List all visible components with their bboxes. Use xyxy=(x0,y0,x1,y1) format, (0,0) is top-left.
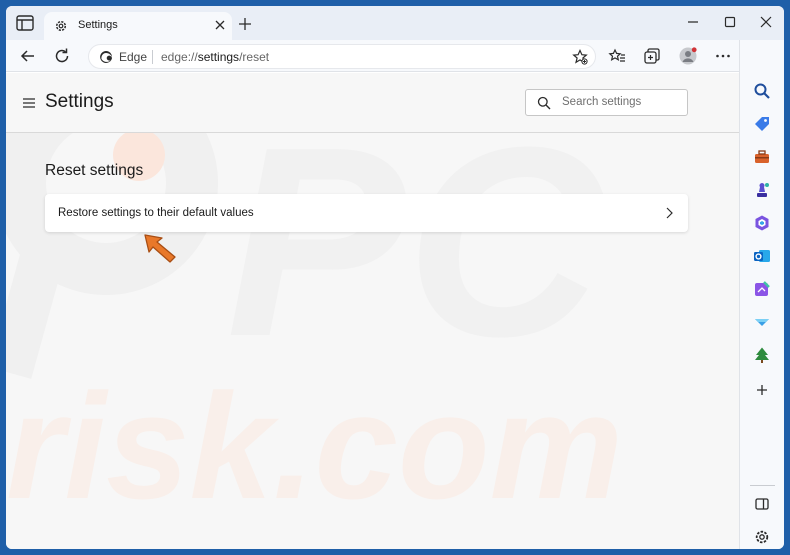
search-placeholder: Search settings xyxy=(562,96,642,108)
browser-label: Edge xyxy=(119,50,148,64)
watermark: PC risk.com xyxy=(6,73,623,530)
office-icon[interactable] xyxy=(753,214,771,232)
close-icon[interactable] xyxy=(214,19,226,31)
url-host: settings xyxy=(197,50,240,64)
title-bar: Settings xyxy=(6,6,784,40)
settings-gear-icon xyxy=(54,19,68,33)
watermark-line2: risk.com xyxy=(6,362,623,530)
back-arrow-icon[interactable] xyxy=(19,47,37,65)
address-bar[interactable]: Edge edge://settings/reset xyxy=(88,44,596,69)
url-path: /reset xyxy=(239,50,270,64)
settings-header: Settings Search settings xyxy=(6,73,739,133)
navigation-toolbar: Edge edge://settings/reset xyxy=(6,40,784,72)
url-text[interactable]: edge://settings/reset xyxy=(161,50,269,64)
edge-sidebar xyxy=(739,40,784,549)
page-title: Settings xyxy=(45,91,114,112)
tab-settings[interactable]: Settings xyxy=(44,12,232,40)
browser-window: Settings Edge edge://settings/reset PC r… xyxy=(6,6,784,549)
favorites-icon[interactable] xyxy=(608,47,626,65)
designer-icon[interactable] xyxy=(753,280,771,298)
search-icon xyxy=(537,96,551,110)
tools-icon[interactable] xyxy=(753,148,771,166)
sidebar-toggle-icon[interactable] xyxy=(753,495,771,513)
search-input[interactable]: Search settings xyxy=(525,89,688,116)
collections-icon[interactable] xyxy=(643,47,661,65)
watermark-line1: PC xyxy=(226,92,604,393)
edge-logo-icon xyxy=(99,50,113,64)
games-icon[interactable] xyxy=(753,181,771,199)
settings-page: PC risk.com Settings Search settings Res… xyxy=(6,73,739,549)
shopping-tag-icon[interactable] xyxy=(753,115,771,133)
profile-avatar-icon[interactable] xyxy=(678,46,698,66)
menu-icon[interactable] xyxy=(22,97,36,109)
restore-settings-button[interactable]: Restore settings to their default values xyxy=(45,194,688,232)
minimize-icon[interactable] xyxy=(686,15,700,29)
chevron-right-icon xyxy=(664,206,674,220)
more-icon[interactable] xyxy=(714,47,732,65)
close-icon[interactable] xyxy=(759,15,773,29)
maximize-icon[interactable] xyxy=(723,15,737,29)
address-divider xyxy=(152,50,153,64)
tree-icon[interactable] xyxy=(753,346,771,364)
search-icon[interactable] xyxy=(753,82,771,100)
favorite-star-icon[interactable] xyxy=(571,48,589,66)
plus-icon[interactable] xyxy=(238,17,252,31)
plus-icon[interactable] xyxy=(753,381,771,399)
sidebar-divider xyxy=(750,485,775,486)
url-scheme: edge:// xyxy=(161,50,198,64)
outlook-icon[interactable] xyxy=(753,247,771,265)
section-title: Reset settings xyxy=(45,162,144,179)
restore-settings-label: Restore settings to their default values xyxy=(58,207,254,219)
tab-title: Settings xyxy=(78,19,118,31)
refresh-icon[interactable] xyxy=(53,47,71,65)
pointer-arrow-icon xyxy=(143,233,179,265)
tab-actions-icon[interactable] xyxy=(16,15,34,31)
drop-icon[interactable] xyxy=(753,313,771,331)
settings-gear-icon[interactable] xyxy=(753,528,771,546)
